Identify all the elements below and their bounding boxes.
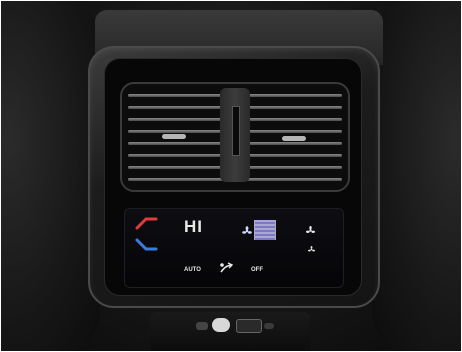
fan-speed-up-icon[interactable]: [306, 226, 315, 235]
off-button[interactable]: OFF: [251, 267, 263, 273]
lower-console: [150, 312, 310, 352]
vent-adjuster-right[interactable]: [282, 136, 306, 141]
rear-air-vent[interactable]: [120, 82, 350, 192]
temp-down-icon[interactable]: [134, 236, 160, 254]
temp-up-icon[interactable]: [134, 214, 160, 232]
fan-level-indicator: [254, 220, 276, 240]
usb-port[interactable]: [264, 323, 274, 329]
vent-adjuster-left[interactable]: [162, 134, 186, 139]
fan-icon: [242, 226, 252, 234]
airflow-icon[interactable]: [218, 262, 234, 274]
usb-port[interactable]: [196, 322, 208, 330]
rear-console-scene: HI AUTO OFF: [0, 0, 462, 352]
temperature-display: HI: [184, 217, 203, 236]
vent-shutoff-slider[interactable]: [232, 106, 240, 156]
vent-center-divider: [220, 88, 250, 182]
left-seat: [0, 0, 100, 352]
usb-c-port[interactable]: [236, 319, 262, 333]
indicator-light: [212, 318, 230, 332]
auto-button[interactable]: AUTO: [184, 267, 201, 273]
fan-speed-down-icon[interactable]: [308, 246, 315, 253]
right-seat: [372, 0, 462, 352]
